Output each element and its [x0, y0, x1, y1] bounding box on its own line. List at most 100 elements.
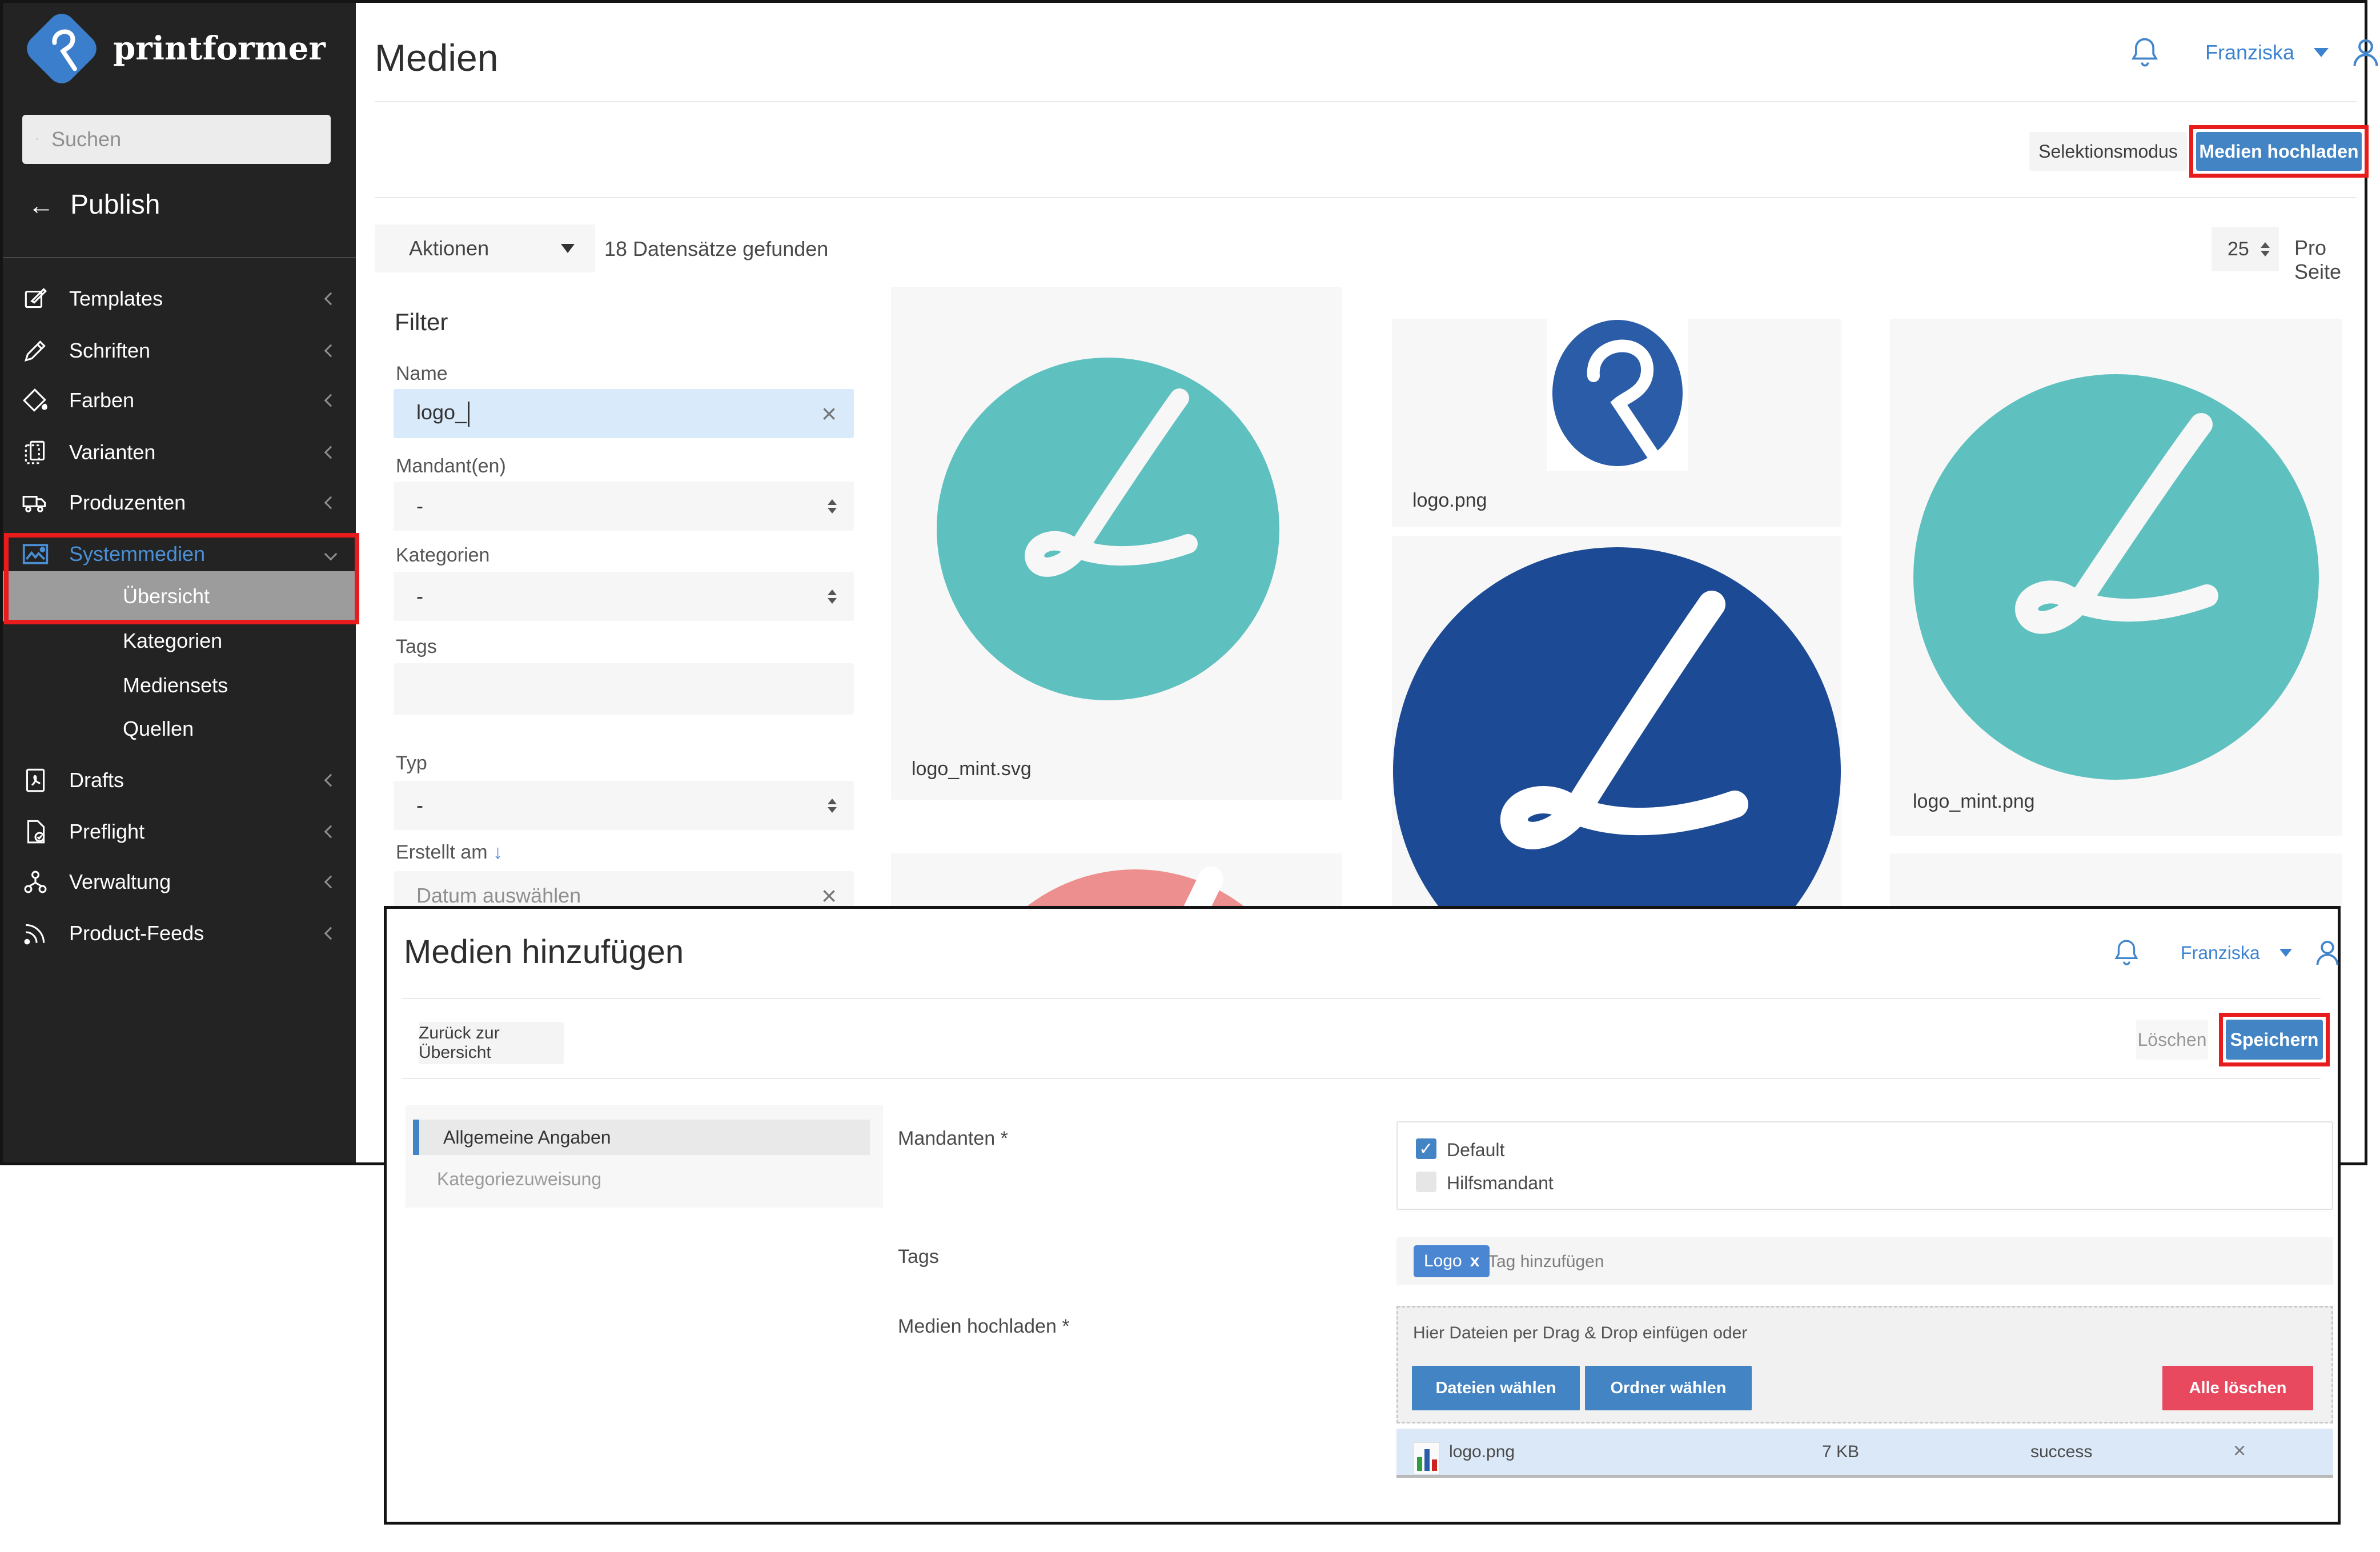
- delete-all-button[interactable]: Alle löschen: [2162, 1366, 2313, 1410]
- paint-bucket-icon: [19, 386, 52, 415]
- sidebar-item-varianten[interactable]: Varianten: [3, 427, 356, 478]
- selektionsmodus-button[interactable]: Selektionsmodus: [2029, 132, 2187, 171]
- sidebar-item-farben[interactable]: Farben: [3, 375, 356, 426]
- chevron-left-icon: [324, 446, 338, 459]
- mandanten-label: Mandanten *: [898, 1128, 1008, 1150]
- sidebar-subitem-kategorien[interactable]: Kategorien: [3, 619, 356, 663]
- upload-dropzone[interactable]: Hier Dateien per Drag & Drop einfügen od…: [1396, 1306, 2333, 1423]
- media-tile-partial[interactable]: [1890, 853, 2342, 909]
- aktionen-dropdown[interactable]: Aktionen: [375, 224, 595, 272]
- clear-name-icon[interactable]: ×: [821, 400, 837, 427]
- sidebar-item-verwaltung[interactable]: Verwaltung: [3, 856, 356, 908]
- user-name[interactable]: Franziska: [2205, 41, 2294, 65]
- sidebar-search[interactable]: [22, 115, 331, 164]
- sidebar-item-templates[interactable]: Templates: [3, 273, 356, 324]
- typ-filter-select[interactable]: -: [394, 781, 854, 830]
- sidebar-item-drafts[interactable]: Drafts: [3, 755, 356, 806]
- sidebar-divider: [3, 257, 356, 258]
- file-name: logo.png: [1449, 1442, 1515, 1462]
- sidebar-item-schriften[interactable]: Schriften: [3, 325, 356, 376]
- pdf-document-icon: [19, 766, 52, 795]
- clear-date-icon[interactable]: ×: [821, 883, 837, 909]
- mandanten-filter-select[interactable]: -: [394, 482, 854, 531]
- chevron-down-icon: [324, 548, 338, 561]
- kategorien-filter-select[interactable]: -: [394, 572, 854, 621]
- document-check-icon: [19, 817, 52, 846]
- sidebar-item-produzenten[interactable]: Produzenten: [3, 477, 356, 528]
- tags-filter-input[interactable]: [394, 663, 854, 715]
- hilfsmandant-checkbox[interactable]: [1416, 1172, 1436, 1192]
- screenshot-canvas: printformer ← Publish Templates Schrifte…: [0, 0, 2380, 1552]
- brand-logo: printformer: [3, 20, 356, 77]
- user-menu-caret-icon[interactable]: [2314, 48, 2329, 57]
- sidebar-back-publish[interactable]: ← Publish: [28, 189, 160, 220]
- remove-file-icon[interactable]: ×: [2233, 1439, 2246, 1463]
- printformer-logo-icon: [21, 8, 102, 89]
- tag-remove-icon[interactable]: x: [1470, 1252, 1480, 1271]
- header-user-area: Franziska: [2129, 34, 2380, 71]
- user-name[interactable]: Franziska: [2181, 943, 2260, 964]
- choose-folder-button[interactable]: Ordner wählen: [1585, 1366, 1752, 1410]
- name-filter-input[interactable]: logo_ ×: [394, 389, 854, 438]
- medien-hochladen-button[interactable]: Medien hochladen: [2196, 132, 2362, 171]
- spinner-icon: [828, 499, 837, 514]
- file-size: 7 KB: [1822, 1442, 1859, 1462]
- per-page-label: Pro Seite: [2294, 236, 2365, 284]
- dropdown-arrow-icon: [561, 244, 575, 253]
- dialog-title: Medien hinzufügen: [404, 933, 684, 971]
- salmon-logo-image: [891, 853, 1342, 909]
- chevron-left-icon: [324, 774, 338, 787]
- sidebar-item-preflight[interactable]: Preflight: [3, 806, 356, 857]
- image-icon: [19, 539, 52, 570]
- sort-down-icon[interactable]: ↓: [493, 841, 503, 863]
- uploaded-file-row: logo.png 7 KB success ×: [1396, 1429, 2333, 1478]
- bell-icon[interactable]: [2112, 936, 2141, 969]
- default-checkbox[interactable]: ✓: [1416, 1138, 1436, 1159]
- media-tile-logo-mint-svg[interactable]: logo_mint.svg: [891, 287, 1342, 800]
- back-arrow-icon: ←: [28, 190, 54, 220]
- printformer-r-image: [1547, 319, 1688, 471]
- search-input[interactable]: [51, 127, 317, 151]
- media-tile-logo-mint-png[interactable]: logo_mint.png: [1890, 319, 2342, 836]
- user-menu-caret-icon[interactable]: [2279, 949, 2292, 957]
- media-tile-salmon[interactable]: [891, 853, 1342, 909]
- media-tile-logo-png[interactable]: logo.png: [1392, 319, 1841, 527]
- sidebar-subitem-quellen[interactable]: Quellen: [3, 707, 356, 751]
- page-title: Medien: [375, 36, 498, 79]
- choose-files-button[interactable]: Dateien wählen: [1412, 1366, 1580, 1410]
- avatar-icon[interactable]: [2311, 937, 2343, 969]
- truck-icon: [19, 488, 52, 517]
- media-caption: logo_mint.png: [1913, 791, 2035, 813]
- spinner-icon: [2261, 242, 2270, 256]
- spinner-icon: [828, 589, 837, 604]
- sidebar-item-product-feeds[interactable]: Product-Feeds: [3, 908, 356, 959]
- dialog-header-divider: [402, 998, 2321, 999]
- media-tile-navy[interactable]: [1392, 536, 1841, 908]
- tab-kategoriezuweisung[interactable]: Kategoriezuweisung: [437, 1169, 601, 1190]
- sidebar-subitem-uebersicht[interactable]: Übersicht: [3, 571, 356, 621]
- media-caption: logo_mint.svg: [912, 758, 1032, 780]
- header-divider: [375, 101, 2357, 102]
- per-page-select[interactable]: 25: [2212, 227, 2279, 271]
- delete-button[interactable]: Löschen: [2136, 1020, 2208, 1060]
- medien-hinzufuegen-dialog: Medien hinzufügen Franziska Zurück zur Ü…: [384, 906, 2341, 1525]
- publish-label: Publish: [70, 189, 160, 220]
- avatar-icon[interactable]: [2348, 35, 2380, 70]
- filter-title: Filter: [395, 308, 448, 336]
- tag-input-placeholder: Tag hinzufügen: [1488, 1252, 1604, 1272]
- back-to-overview-button[interactable]: Zurück zur Übersicht: [419, 1022, 564, 1064]
- sidebar-subitem-mediensets[interactable]: Mediensets: [3, 663, 356, 708]
- bell-icon[interactable]: [2129, 34, 2161, 71]
- template-icon: [19, 284, 52, 313]
- dropzone-text: Hier Dateien per Drag & Drop einfügen od…: [1413, 1324, 1747, 1343]
- hilfsmandant-checkbox-label: Hilfsmandant: [1447, 1173, 1554, 1194]
- tags-field[interactable]: Logo x Tag hinzufügen: [1396, 1237, 2333, 1285]
- tab-allgemeine-angaben[interactable]: Allgemeine Angaben: [413, 1120, 870, 1155]
- navy-logo-image: [1392, 536, 1841, 908]
- results-count: 18 Datensätze gefunden: [604, 237, 828, 261]
- chevron-left-icon: [324, 927, 338, 940]
- name-filter-label: Name: [396, 363, 448, 385]
- toolbar-divider: [375, 197, 2357, 198]
- save-button[interactable]: Speichern: [2226, 1020, 2323, 1060]
- kategorien-filter-label: Kategorien: [396, 544, 489, 567]
